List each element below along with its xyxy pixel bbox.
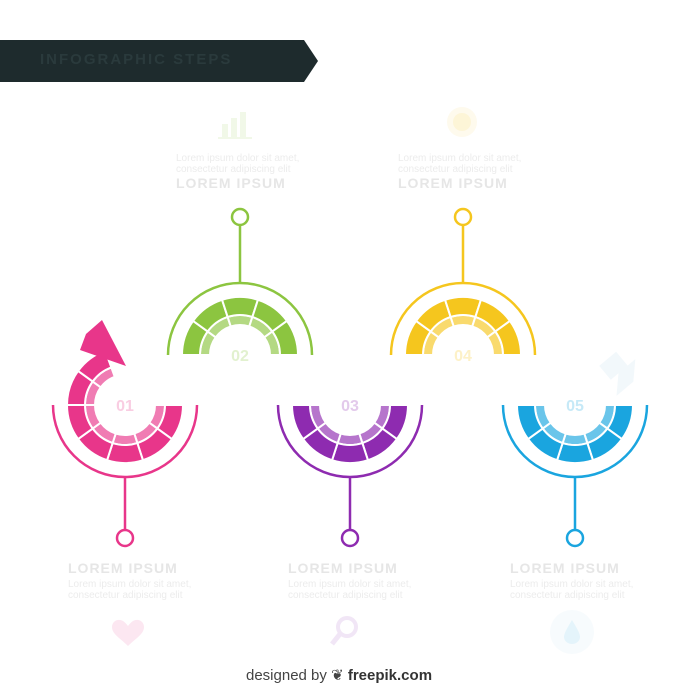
step-number-5: 05	[566, 398, 584, 415]
step-body-3: Lorem ipsum dolor sit amet, consectetur …	[288, 579, 412, 601]
step-body-1: Lorem ipsum dolor sit amet, consectetur …	[68, 579, 192, 601]
step-number-2: 02	[231, 348, 249, 365]
step-heading-2: LOREM IPSUM	[176, 175, 286, 191]
step-heading-5: LOREM IPSUM	[510, 560, 620, 576]
credit-prefix: designed by	[246, 667, 327, 684]
credit-line: designed by ❦ freepik.com	[246, 666, 432, 684]
chart-icon-bar	[231, 118, 237, 138]
step-heading-1: LOREM IPSUM	[68, 560, 178, 576]
connector-pin-5	[565, 528, 585, 548]
step-text-5: LOREM IPSUM Lorem ipsum dolor sit amet, …	[510, 560, 646, 601]
connector-pin-2	[230, 207, 250, 227]
step-heading-3: LOREM IPSUM	[288, 560, 398, 576]
step-text-4: Lorem ipsum dolor sit amet, consectetur …	[398, 150, 534, 191]
step-heading-4: LOREM IPSUM	[398, 175, 508, 191]
step-body-5: Lorem ipsum dolor sit amet, consectetur …	[510, 579, 634, 601]
step-arc-3: 03	[276, 398, 424, 548]
step-body-2: Lorem ipsum dolor sit amet, consectetur …	[176, 153, 300, 175]
step-arc-4: 04	[389, 207, 537, 365]
step-arc-5: 05	[501, 398, 649, 548]
search-icon	[336, 616, 358, 638]
step-number-3: 03	[341, 398, 359, 415]
step-arc-2: 02	[166, 207, 314, 365]
chart-icon-bar	[240, 112, 246, 138]
step-number-1: 01	[116, 398, 134, 415]
connector-pin-1	[115, 528, 135, 548]
end-arrow-icon	[599, 351, 636, 396]
step-text-3: LOREM IPSUM Lorem ipsum dolor sit amet, …	[288, 560, 424, 601]
chart-icon-bar	[222, 124, 228, 138]
step-body-4: Lorem ipsum dolor sit amet, consectetur …	[398, 153, 522, 175]
step-text-1: LOREM IPSUM Lorem ipsum dolor sit amet, …	[68, 560, 204, 601]
connector-pin-3	[340, 528, 360, 548]
search-icon-handle	[330, 632, 342, 646]
step-text-2: Lorem ipsum dolor sit amet, consectetur …	[176, 150, 312, 191]
freepik-logo-icon: ❦	[331, 667, 344, 684]
lightbulb-icon-core	[453, 113, 471, 131]
step-arc-1: 01	[51, 349, 199, 548]
heart-icon	[112, 619, 144, 646]
connector-pin-4	[453, 207, 473, 227]
credit-brand: freepik.com	[347, 667, 433, 684]
step-number-4: 04	[454, 348, 472, 365]
